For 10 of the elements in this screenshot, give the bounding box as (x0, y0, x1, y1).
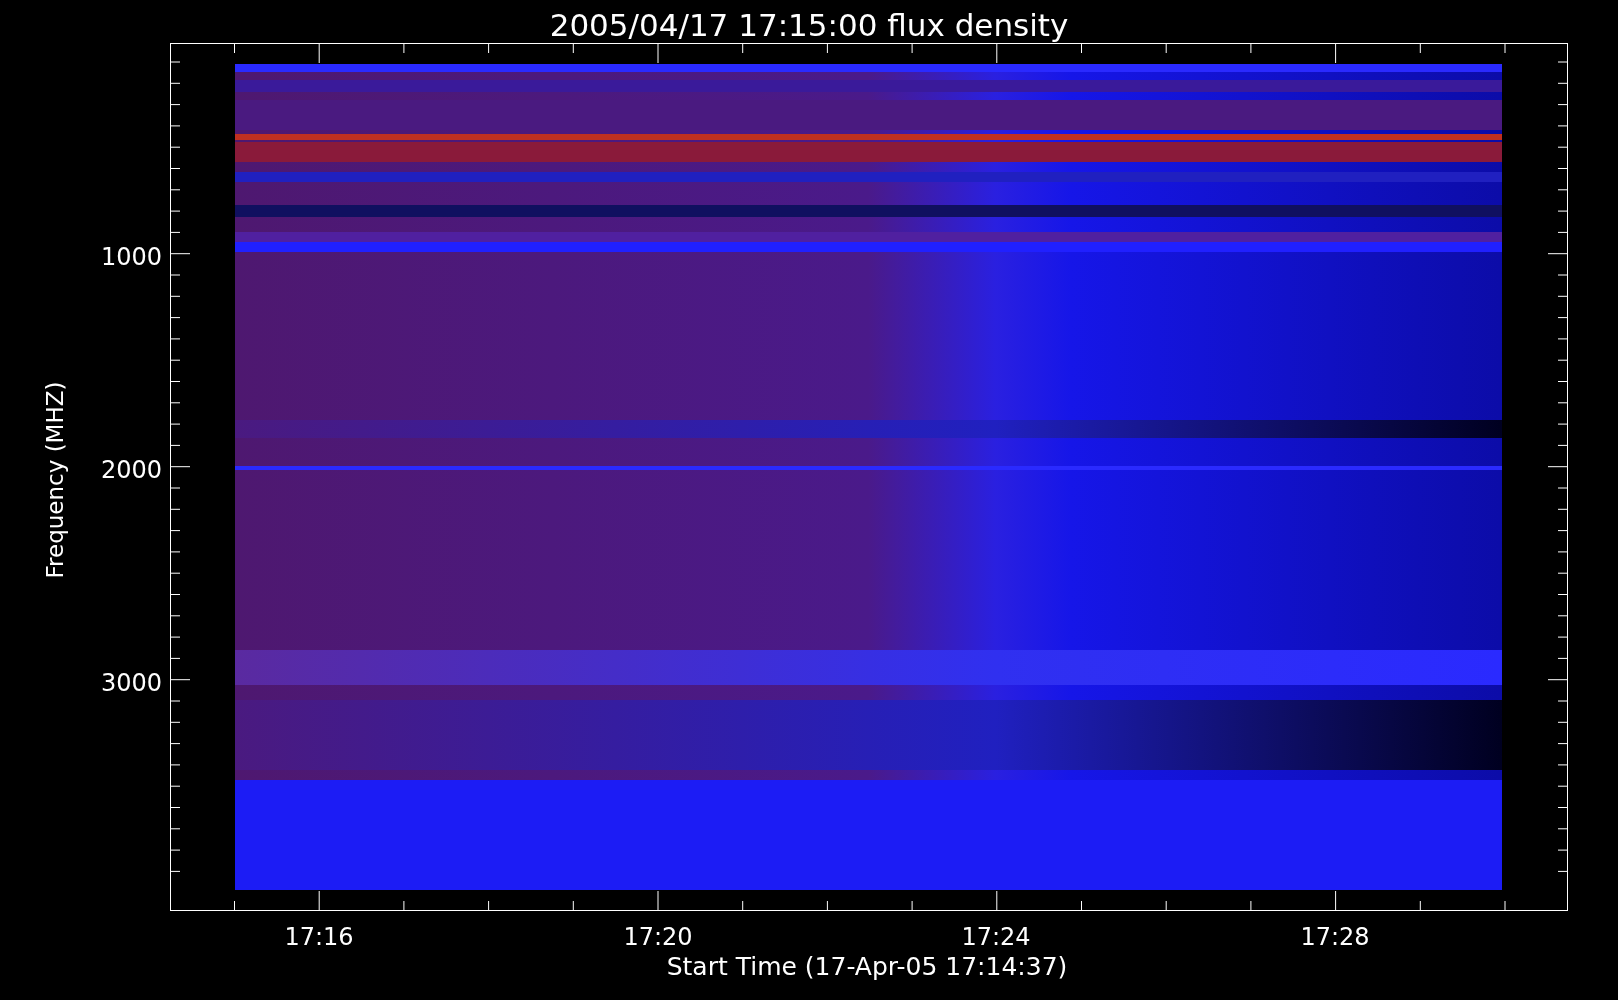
x-tick-label: 17:24 (960, 922, 1032, 953)
y-axis-label: Frequency (MHZ) (40, 381, 69, 579)
chart-title: 2005/04/17 17:15:00 flux density (548, 6, 1070, 45)
x-tick-label: 17:28 (1299, 922, 1371, 953)
x-tick-label: 17:16 (283, 922, 355, 953)
y-tick-label: 2000 (99, 455, 162, 486)
x-axis-label: Start Time (17-Apr-05 17:14:37) (665, 951, 1069, 983)
y-tick-label: 1000 (99, 242, 162, 273)
x-tick-label: 17:20 (622, 922, 694, 953)
y-tick-label: 3000 (99, 668, 162, 699)
